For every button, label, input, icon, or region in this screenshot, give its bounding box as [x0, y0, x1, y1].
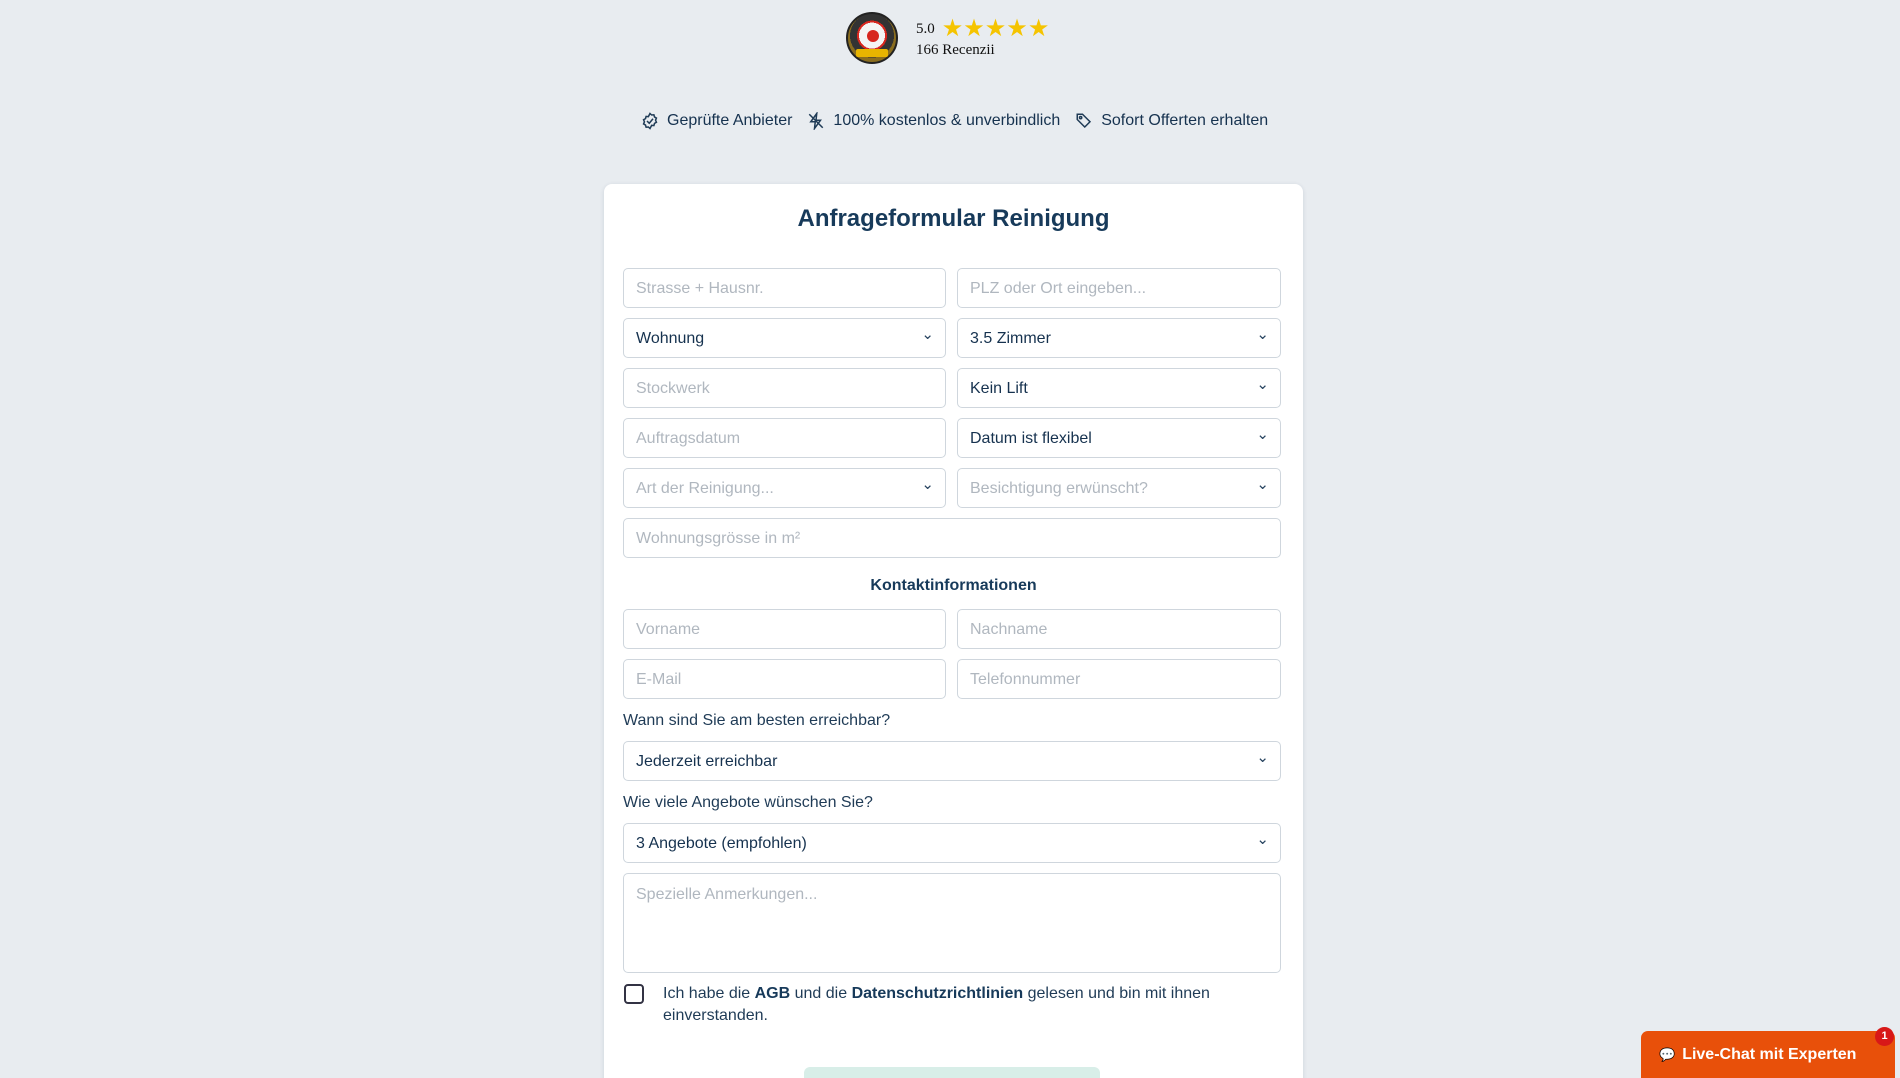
street-input[interactable]: Strasse + Hausnr.	[623, 268, 946, 308]
feature-label: 100% kostenlos & unverbindlich	[833, 112, 1061, 129]
privacy-policy-link[interactable]: Datenschutzrichtlinien	[852, 985, 1024, 1002]
consent-prefix: Ich habe die	[663, 985, 755, 1002]
badge-check-icon	[642, 112, 658, 130]
email-input[interactable]: E-Mail	[623, 659, 946, 699]
submit-button[interactable]	[804, 1067, 1100, 1078]
offers-question: Wie viele Angebote wünschen Sie?	[623, 794, 873, 811]
terms-checkbox[interactable]	[624, 984, 644, 1004]
feature-label: Geprüfte Anbieter	[667, 112, 793, 129]
seal-emblem	[867, 30, 879, 42]
rating-score: 5.0	[916, 20, 935, 37]
feature-label: Sofort Offerten erhalten	[1101, 112, 1269, 129]
star-rating-icon: ★★★★★	[941, 16, 1050, 42]
agb-link[interactable]: AGB	[755, 985, 791, 1002]
first-name-input[interactable]: Vorname	[623, 609, 946, 649]
offers-select[interactable]: 3 Angebote (empfohlen)	[623, 823, 1281, 863]
chat-notification-badge: 1	[1875, 1027, 1894, 1046]
rating-badge: 5.0 ★★★★★ 166 Recenzii	[846, 12, 1049, 64]
last-name-input[interactable]: Nachname	[957, 609, 1281, 649]
consent-middle: und die	[790, 985, 852, 1002]
inspection-select[interactable]: Besichtigung erwünscht?	[957, 468, 1281, 508]
feature-offers: Sofort Offerten erhalten	[1075, 112, 1268, 130]
lift-select[interactable]: Kein Lift	[957, 368, 1281, 408]
feature-list: Geprüfte Anbieter 100% kostenlos & unver…	[641, 112, 1268, 130]
date-input[interactable]: Auftragsdatum	[623, 418, 946, 458]
live-chat-button[interactable]: 💬 Live-Chat mit Experten	[1641, 1031, 1895, 1078]
rating-summary: 5.0 ★★★★★ 166 Recenzii	[916, 17, 1049, 59]
apartment-size-input[interactable]: Wohnungsgrösse in m²	[623, 518, 1281, 558]
no-cost-icon	[809, 112, 824, 130]
request-form-card: Anfrageformular Reinigung Strasse + Haus…	[604, 184, 1303, 1078]
availability-question: Wann sind Sie am besten erreichbar?	[623, 712, 891, 729]
special-notes-textarea[interactable]: Spezielle Anmerkungen...	[623, 873, 1281, 973]
date-flexibility-select[interactable]: Datum ist flexibel	[957, 418, 1281, 458]
location-input[interactable]: PLZ oder Ort eingeben...	[957, 268, 1281, 308]
contact-section-title: Kontaktinformationen	[870, 577, 1037, 594]
feature-verified: Geprüfte Anbieter	[641, 112, 792, 130]
cleaning-type-select[interactable]: Art der Reinigung...	[623, 468, 946, 508]
recommendation-seal-logo	[846, 12, 898, 64]
rooms-select[interactable]: 3.5 Zimmer	[957, 318, 1281, 358]
review-count: 166 Recenzii	[916, 42, 995, 58]
feature-free: 100% kostenlos & unverbindlich	[807, 112, 1060, 130]
form-title: Anfrageformular Reinigung	[797, 205, 1110, 232]
floor-input[interactable]: Stockwerk	[623, 368, 946, 408]
property-type-select[interactable]: Wohnung	[623, 318, 946, 358]
terms-consent-text: Ich habe die AGB und die Datenschutzrich…	[663, 983, 1223, 1027]
live-chat-label: Live-Chat mit Experten	[1682, 1045, 1857, 1063]
availability-select[interactable]: Jederzeit erreichbar	[623, 741, 1281, 781]
phone-input[interactable]: Telefonnummer	[957, 659, 1281, 699]
chat-bubble-icon: 💬	[1659, 1046, 1676, 1062]
tag-icon	[1076, 113, 1092, 129]
